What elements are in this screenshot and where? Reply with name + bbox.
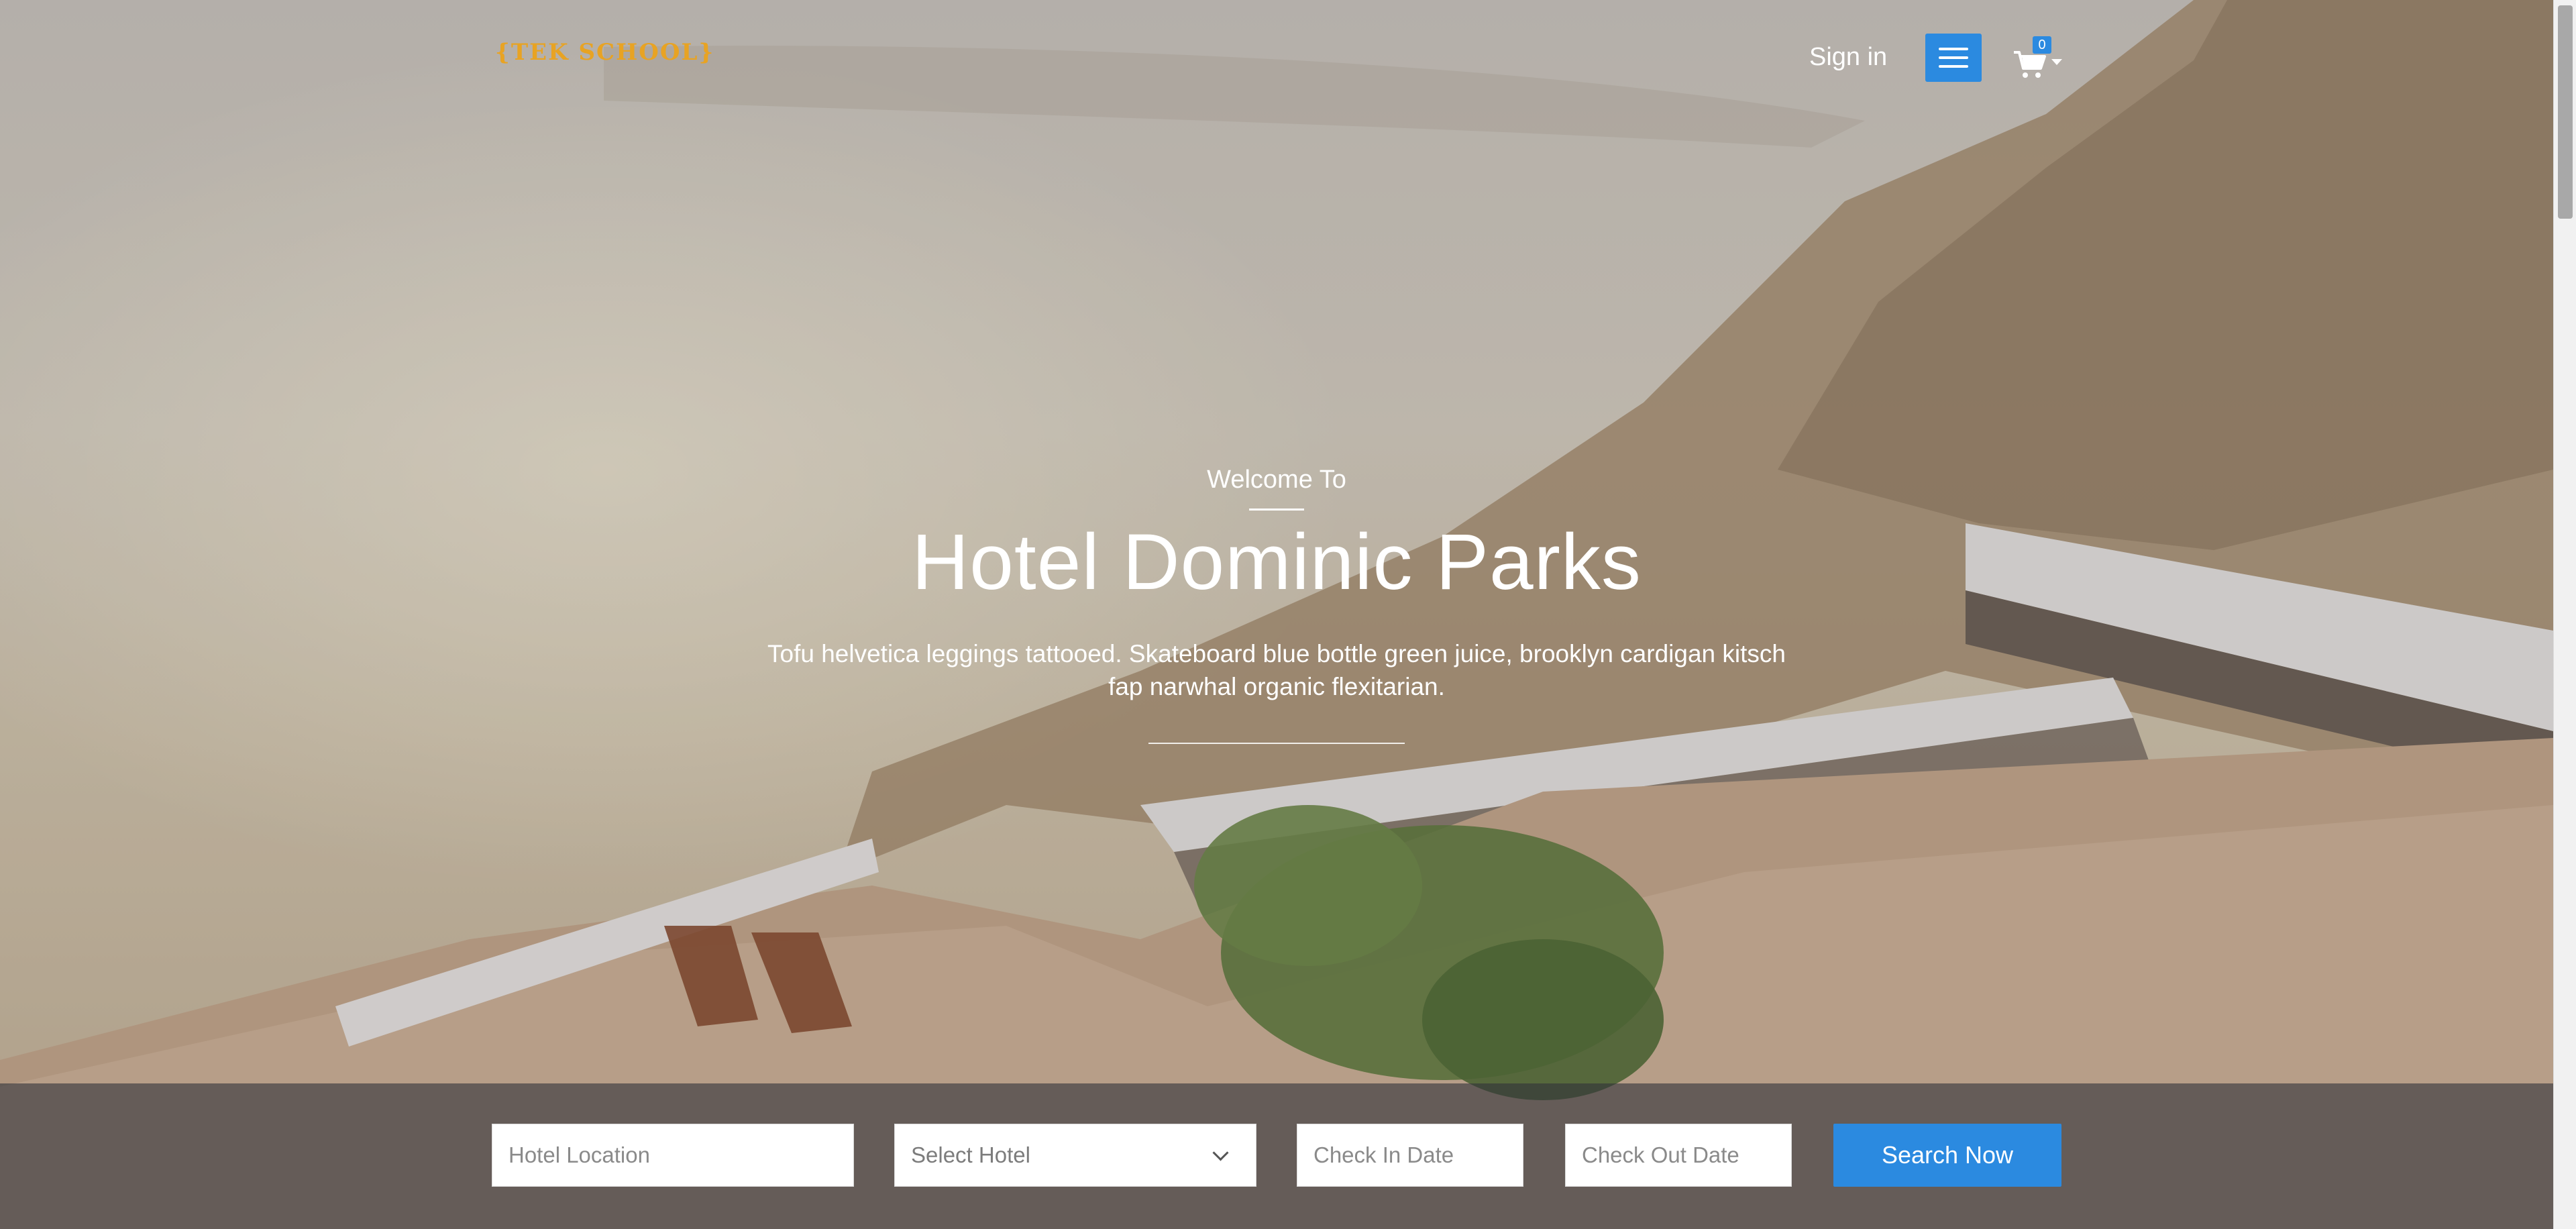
page-title: Hotel Dominic Parks: [912, 518, 1642, 606]
scrollbar-thumb[interactable]: [2558, 5, 2573, 219]
hero-background-image: [0, 0, 2553, 1229]
chevron-down-icon: [1212, 1144, 1229, 1161]
site-logo[interactable]: {TEK SCHOOL}: [495, 39, 714, 66]
cart-dropdown-button[interactable]: 0: [2012, 35, 2066, 82]
cart-count-badge: 0: [2033, 36, 2051, 54]
hotel-location-input[interactable]: [492, 1124, 854, 1187]
check-in-date-input[interactable]: [1297, 1124, 1523, 1187]
hamburger-icon-bar: [1939, 48, 1968, 50]
check-out-date-input[interactable]: [1565, 1124, 1792, 1187]
hamburger-icon-bar: [1939, 65, 1968, 68]
hamburger-icon-bar: [1939, 56, 1968, 59]
chevron-down-icon: [2051, 59, 2062, 65]
select-hotel-value: Select Hotel: [911, 1142, 1030, 1167]
hero-overlay: [0, 0, 2553, 1229]
welcome-divider: [1249, 509, 1304, 511]
menu-toggle-button[interactable]: [1925, 34, 1982, 82]
hotel-landing-page: {TEK SCHOOL} Sign in 0 Welcome To Hotel …: [0, 0, 2576, 1229]
search-bar-background: [0, 1083, 2553, 1229]
select-hotel-dropdown[interactable]: Select Hotel: [894, 1124, 1256, 1187]
tagline-divider: [1148, 743, 1405, 744]
search-now-button[interactable]: Search Now: [1833, 1124, 2061, 1187]
welcome-subtitle: Welcome To: [1207, 466, 1346, 494]
page-scrollbar[interactable]: [2553, 0, 2576, 1229]
sign-in-link[interactable]: Sign in: [1809, 43, 1887, 72]
hero-tagline: Tofu helvetica leggings tattooed. Skateb…: [767, 640, 1786, 700]
